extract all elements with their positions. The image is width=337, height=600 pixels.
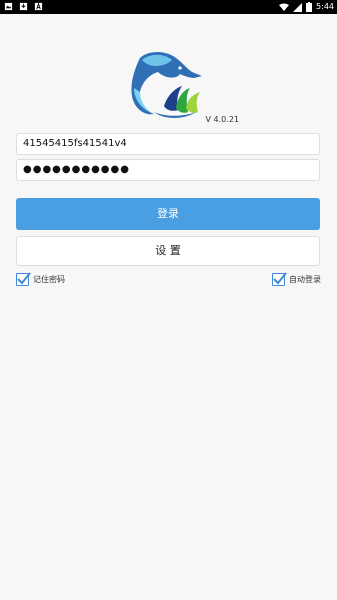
version-label: V 4.0.21	[205, 115, 239, 124]
auto-login-option[interactable]: 自动登录	[272, 272, 321, 286]
auto-login-label: 自动登录	[289, 274, 321, 284]
checkmark-icon	[17, 272, 31, 285]
login-button[interactable]: 登录	[16, 198, 320, 230]
dolphin-logo-icon	[131, 52, 202, 118]
image-icon	[4, 2, 13, 11]
remember-password-checkbox[interactable]	[16, 272, 31, 286]
text-icon	[34, 2, 43, 11]
settings-button[interactable]: 设 置	[16, 236, 320, 266]
remember-password-label: 记住密码	[33, 274, 65, 284]
status-left-icons	[4, 2, 43, 11]
status-time: 5:44	[316, 2, 334, 11]
auto-login-checkbox[interactable]	[272, 272, 287, 286]
battery-icon	[306, 2, 313, 12]
signal-icon	[293, 2, 303, 12]
password-input[interactable]: ●●●●●●●●●●●	[16, 159, 320, 181]
status-right-icons: 5:44	[279, 0, 334, 14]
wifi-icon	[279, 3, 290, 11]
checkmark-icon	[273, 272, 287, 285]
status-bar: 5:44	[0, 0, 337, 14]
account-input[interactable]: 41545415fs41541v4	[16, 133, 320, 155]
remember-password-option[interactable]: 记住密码	[16, 272, 65, 286]
download-icon	[19, 2, 28, 11]
